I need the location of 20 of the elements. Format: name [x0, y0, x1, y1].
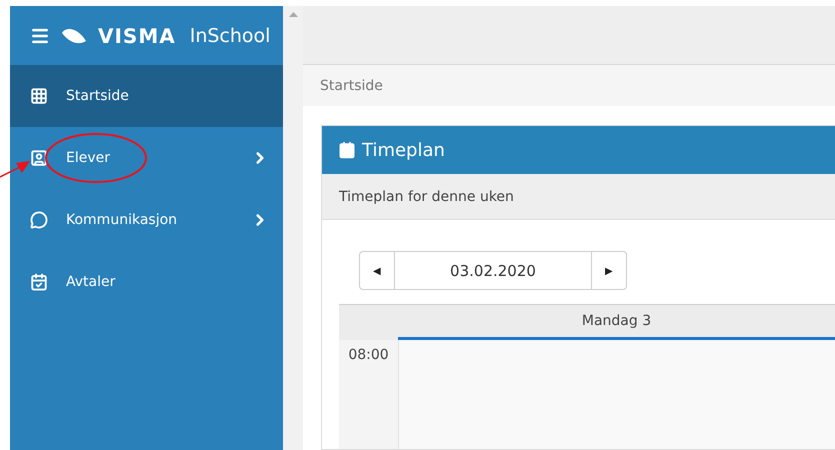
next-button[interactable]: ▶ [591, 251, 627, 290]
sidebar-item[interactable]: Elever [10, 127, 283, 189]
logo-icon [60, 26, 88, 44]
chat-bubble-icon [30, 211, 48, 229]
user-icon [30, 149, 48, 167]
time-label: 08:00 [348, 347, 389, 363]
product-name: InSchool [190, 24, 270, 46]
sidebar-item[interactable]: Avtaler [10, 251, 283, 313]
card-subtitle: Timeplan for denne uken [339, 188, 514, 204]
sidebar-item[interactable]: Startside [10, 65, 283, 127]
grid-icon [30, 87, 48, 105]
card-title: Timeplan [362, 140, 445, 160]
breadcrumb[interactable]: Startside [320, 78, 383, 94]
date-field[interactable]: 03.02.2020 [395, 251, 591, 290]
brand-name: VISMA [98, 24, 176, 48]
annotation-arrow [0, 161, 30, 178]
sidebar-item[interactable]: Kommunikasjon [10, 189, 283, 251]
previous-button[interactable]: ◀ [359, 251, 395, 290]
calendar-icon [338, 141, 356, 159]
calendar-icon [30, 273, 48, 291]
